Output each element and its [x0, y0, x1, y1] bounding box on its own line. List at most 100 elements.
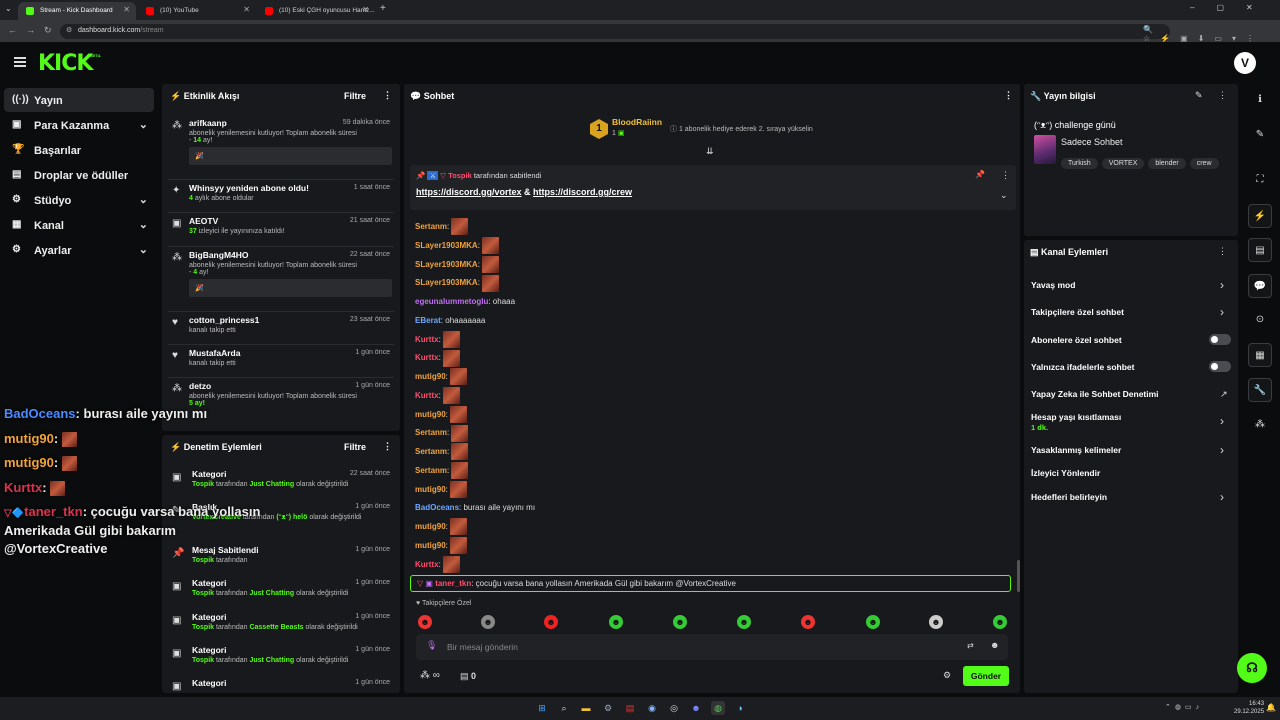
external-link-icon[interactable]: ↗	[1220, 389, 1228, 400]
chat-username[interactable]: Sertanm	[415, 466, 447, 475]
channel-action-label[interactable]: İzleyici Yönlendir	[1031, 468, 1100, 478]
close-tab-icon[interactable]: ✕	[362, 5, 369, 14]
bolt-panel-icon[interactable]: ⚡	[1248, 204, 1272, 228]
new-tab-button[interactable]: +	[380, 3, 386, 14]
emote-icon[interactable]: ☻	[481, 615, 495, 629]
apps-icon[interactable]: ⁂	[1248, 413, 1272, 437]
chat-scrollbar[interactable]	[1017, 560, 1020, 592]
notification-icon[interactable]: 🔔	[1266, 703, 1276, 712]
pinned-more-icon[interactable]: ⋮	[1001, 170, 1010, 181]
stream-info-more-icon[interactable]: ⋮	[1218, 90, 1227, 101]
chat-username[interactable]: Sertanm	[415, 222, 447, 231]
emote-icon[interactable]: ☻	[993, 615, 1007, 629]
mic-icon[interactable]: 🎙	[426, 640, 437, 651]
fullscreen-icon[interactable]: ⛶	[1248, 168, 1272, 192]
moderation-filter-button[interactable]: Filtre	[344, 442, 366, 452]
tab-youtube-2[interactable]: (10) Eski ÇGH oyuncusu Hamz... ✕	[257, 2, 375, 20]
chat-username[interactable]: Sertanm	[415, 428, 447, 437]
pinned-expand-icon[interactable]: ⌄	[1000, 190, 1008, 201]
activity-filter-button[interactable]: Filtre	[344, 91, 366, 101]
chat-username[interactable]: mutig90	[415, 522, 446, 531]
emote-icon[interactable]: ☻	[418, 615, 432, 629]
chevron-right-icon[interactable]: ›	[1220, 414, 1224, 428]
kick-logo[interactable]: KICK	[38, 51, 93, 76]
channel-action-label[interactable]: Yalnızca ifadelerle sohbet	[1031, 362, 1134, 372]
channel-action-label[interactable]: Yapay Zeka ile Sohbet Denetimi	[1031, 389, 1159, 399]
stream-tag[interactable]: crew	[1189, 158, 1219, 169]
reload-icon[interactable]: ↻	[44, 25, 52, 36]
chat-username[interactable]: egeunalummetoglu	[415, 297, 488, 306]
channel-action-label[interactable]: Hesap yaşı kısıtlaması	[1031, 412, 1121, 422]
channel-action-label[interactable]: Yavaş mod	[1031, 280, 1075, 290]
activity-name[interactable]: MustafaArda	[189, 348, 240, 358]
emote-icon[interactable]: ☻	[929, 615, 943, 629]
translate-icon[interactable]: ⇄	[967, 641, 974, 650]
chat-username[interactable]: SLayer1903MKA	[415, 260, 478, 269]
discord-link-crew[interactable]: https://discord.gg/crew	[533, 187, 632, 197]
channel-action-label[interactable]: Takipçilere özel sohbet	[1031, 307, 1124, 317]
chat-username[interactable]: BadOceans	[415, 503, 459, 512]
tab-list-button[interactable]: ⌄	[5, 4, 12, 13]
activity-name[interactable]: arifkaanp	[189, 118, 227, 128]
moderation-user[interactable]: Tospik	[192, 590, 214, 597]
layout-panel-icon[interactable]: ▦	[1248, 343, 1272, 367]
chevron-right-icon[interactable]: ›	[1220, 278, 1224, 292]
address-bar[interactable]: dashboard.kick.com/stream	[60, 24, 1170, 39]
chat-username[interactable]: mutig90	[415, 410, 446, 419]
extension-icons[interactable]: 🔍☆⚡▣⬇▭▾⋮	[1143, 25, 1280, 43]
chrome-icon[interactable]: ◍	[711, 701, 725, 715]
highlight-user[interactable]: taner_tkn	[435, 579, 471, 588]
moderation-user[interactable]: Tospik	[192, 481, 214, 488]
chat-username[interactable]: mutig90	[415, 541, 446, 550]
emote-icon[interactable]: ☻	[609, 615, 623, 629]
chat-username[interactable]: Sertanm	[415, 447, 447, 456]
chat-more-icon[interactable]: ⋮	[1004, 90, 1013, 101]
chat-username[interactable]: Kurttx	[415, 335, 439, 344]
chat-username[interactable]: mutig90	[415, 372, 446, 381]
menu-icon[interactable]	[14, 57, 26, 67]
collapse-icon[interactable]: ⇊	[706, 146, 714, 157]
channel-action-label[interactable]: Abonelere özel sohbet	[1031, 335, 1122, 345]
support-button[interactable]: ☊	[1237, 653, 1267, 683]
app-icon[interactable]: ◉	[645, 701, 659, 715]
steam-icon[interactable]: ⚙	[601, 701, 615, 715]
channel-action-label[interactable]: Yasaklanmış kelimeler	[1031, 445, 1121, 455]
chat-username[interactable]: SLayer1903MKA	[415, 241, 478, 250]
system-tray[interactable]: ⌃◍▭♪	[1165, 703, 1203, 711]
stream-tag[interactable]: Turkish	[1061, 158, 1098, 169]
activity-name[interactable]: AEOTV	[189, 216, 218, 226]
v-logo-icon[interactable]: V	[1234, 52, 1256, 74]
tab-youtube[interactable]: (10) YouTube ✕	[138, 2, 256, 20]
sidebar-item-2[interactable]: 🏆 Başarılar	[4, 138, 154, 162]
chat-username[interactable]: Kurttx	[415, 560, 439, 569]
channel-points-icon[interactable]: ⁂ ∞	[420, 670, 440, 681]
stream-category[interactable]: Sadece Sohbet	[1061, 137, 1123, 147]
wrench-panel-icon[interactable]: 🔧	[1248, 378, 1272, 402]
info-icon[interactable]: ℹ	[1248, 88, 1272, 112]
sidebar-item-5[interactable]: ▦ Kanal ⌄	[4, 213, 154, 237]
chevron-right-icon[interactable]: ›	[1220, 305, 1224, 319]
toggle-switch[interactable]	[1209, 334, 1231, 345]
sidebar-item-6[interactable]: ⚙ Ayarlar ⌄	[4, 238, 154, 262]
activity-name[interactable]: Whinsyy yeniden abone oldu!	[189, 183, 309, 193]
emoji-icon[interactable]: ☻	[990, 640, 999, 650]
edit-stream-icon[interactable]: ✎	[1195, 90, 1203, 101]
explorer-icon[interactable]: ▬	[579, 701, 593, 715]
activity-name[interactable]: BigBangM4HO	[189, 250, 249, 260]
sidebar-item-0[interactable]: ((·)) Yayın	[4, 88, 154, 112]
chat-panel-icon[interactable]: 💬	[1248, 274, 1272, 298]
emote-icon[interactable]: ☻	[801, 615, 815, 629]
discord-link-vortex[interactable]: https://discord.gg/vortex	[416, 187, 522, 197]
clipboard-panel-icon[interactable]: ▤	[1248, 238, 1272, 262]
sidebar-item-3[interactable]: ▤ Droplar ve ödüller	[4, 163, 154, 187]
start-icon[interactable]: ⊞	[535, 701, 549, 715]
emote-icon[interactable]: ☻	[737, 615, 751, 629]
forward-icon[interactable]: →	[26, 25, 35, 35]
app-icon[interactable]: ◎	[667, 701, 681, 715]
moderation-more-icon[interactable]: ⋮	[383, 441, 392, 452]
emote-icon[interactable]: ☻	[866, 615, 880, 629]
moderation-user[interactable]: Tospik	[192, 624, 214, 631]
window-controls[interactable]: –▢✕	[1190, 3, 1275, 12]
unpin-icon[interactable]: 📌	[975, 170, 985, 179]
send-button[interactable]: Gönder	[963, 666, 1009, 686]
